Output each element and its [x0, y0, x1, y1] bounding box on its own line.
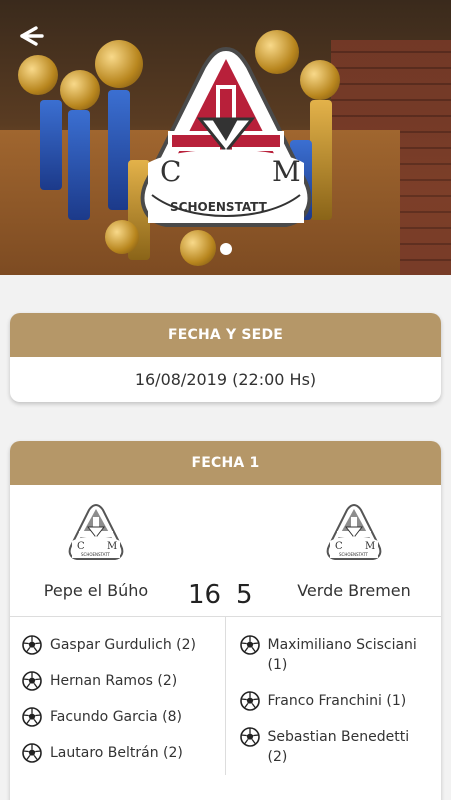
- away-team-name: Verde Bremen: [297, 581, 411, 600]
- scorer-name: Sebastian Benedetti (2): [267, 729, 410, 765]
- home-team-name: Pepe el Búho: [43, 581, 149, 600]
- soccer-ball-icon: [239, 691, 260, 711]
- home-score: 16: [188, 580, 222, 610]
- scorer-name: Hernan Ramos (2): [50, 673, 178, 689]
- away-team[interactable]: C M SCHOENSTATT Verde Bremen: [274, 503, 434, 600]
- soccer-ball-icon: [239, 635, 260, 655]
- soccer-ball-icon: [22, 743, 42, 763]
- svg-text:C: C: [335, 541, 343, 552]
- trophy-cup: [95, 40, 143, 88]
- scorer-item: Sebastian Benedetti (2): [226, 719, 442, 775]
- hero-banner: C M SCHOENSTATT: [0, 0, 451, 275]
- match-card: FECHA 1 C M SCHOENSTATT Pepe el Búho 16 …: [10, 441, 441, 800]
- away-team-logo: C M SCHOENSTATT: [326, 503, 382, 560]
- logo-letter-c: C: [160, 155, 182, 188]
- carousel-dot[interactable]: [219, 243, 232, 255]
- away-scorers-list: Maximiliano Scisciani (1) Franco Franchi…: [226, 617, 442, 775]
- trophy-column: [68, 110, 90, 220]
- soccer-ball-icon: [239, 727, 260, 747]
- back-button[interactable]: [16, 20, 48, 52]
- svg-text:M: M: [107, 541, 117, 552]
- home-team-logo: C M SCHOENSTATT: [68, 503, 124, 560]
- svg-text:SCHOENSTATT: SCHOENSTATT: [81, 552, 110, 557]
- trophy-column: [108, 90, 130, 210]
- match-round-title: FECHA 1: [10, 441, 441, 485]
- trophy-cup: [60, 70, 100, 110]
- match-datetime: 16/08/2019 (22:00 Hs): [134, 370, 317, 389]
- soccer-ball-icon: [22, 671, 42, 691]
- scorer-item: Maximiliano Scisciani (1): [226, 627, 442, 683]
- home-team[interactable]: C M SCHOENSTATT Pepe el Búho: [16, 503, 176, 600]
- svg-text:M: M: [365, 541, 375, 552]
- trophy-cup: [18, 55, 58, 95]
- scorer-name: Gaspar Gurdulich (2): [50, 637, 197, 653]
- soccer-ball-icon: [22, 635, 42, 655]
- scorer-item: Franco Franchini (1): [226, 683, 442, 719]
- soccer-ball-icon: [22, 707, 42, 727]
- trophy-column: [40, 100, 62, 190]
- home-scorers-list: Gaspar Gurdulich (2) Hernan Ramos (2) Fa…: [10, 617, 226, 775]
- scorers-section: Gaspar Gurdulich (2) Hernan Ramos (2) Fa…: [10, 617, 441, 775]
- fecha-sede-title: FECHA Y SEDE: [10, 313, 441, 357]
- scorer-name: Franco Franchini (1): [267, 693, 407, 709]
- carousel-indicator: [0, 243, 451, 255]
- logo-text: SCHOENSTATT: [170, 200, 267, 214]
- away-score: 5: [236, 580, 253, 610]
- logo-letter-m: M: [272, 155, 301, 188]
- scorer-item: Hernan Ramos (2): [10, 663, 225, 699]
- scorer-name: Maximiliano Scisciani (1): [267, 637, 417, 673]
- svg-text:SCHOENSTATT: SCHOENSTATT: [339, 552, 368, 557]
- fecha-sede-card: FECHA Y SEDE 16/08/2019 (22:00 Hs): [10, 313, 441, 402]
- arrow-left-icon: [20, 26, 44, 46]
- scorer-name: Lautaro Beltrán (2): [50, 745, 183, 761]
- match-result[interactable]: C M SCHOENSTATT Pepe el Búho 16 5 C M SC…: [10, 485, 441, 617]
- svg-text:C: C: [77, 541, 85, 552]
- scorer-item: Facundo Garcia (8): [10, 699, 225, 735]
- scorer-item: Lautaro Beltrán (2): [10, 735, 225, 771]
- scorer-name: Facundo Garcia (8): [50, 709, 183, 725]
- scorer-item: Gaspar Gurdulich (2): [10, 627, 225, 663]
